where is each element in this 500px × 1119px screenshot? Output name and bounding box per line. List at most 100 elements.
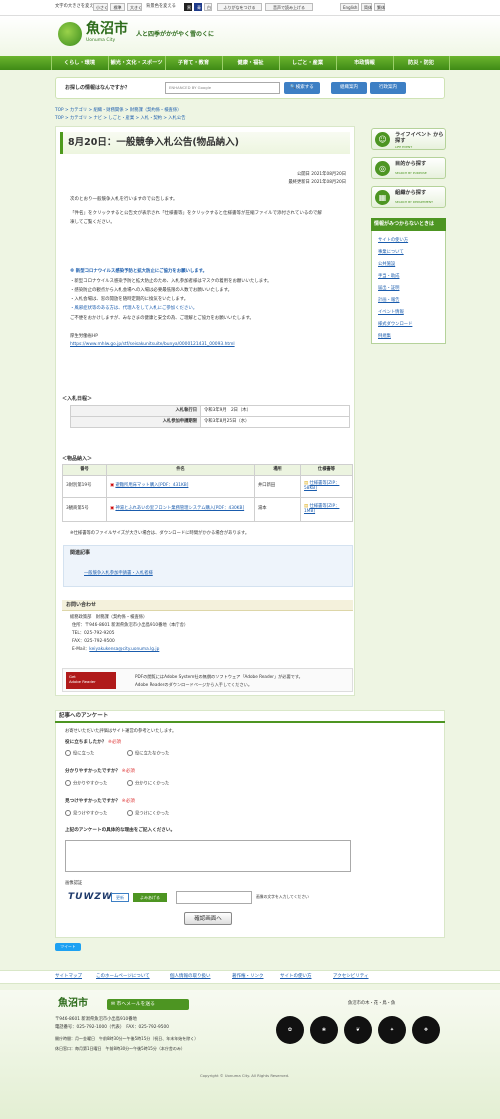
radio-clear[interactable]: 分かりやすかった <box>65 780 107 787</box>
item-number: 3観商第5号 <box>62 496 107 522</box>
search-button-label: 検索する <box>295 85 314 90</box>
text-large-button[interactable]: 大きく <box>127 3 142 11</box>
adobe-logo-line: Adobe Reader <box>69 679 96 685</box>
bg-black-button[interactable]: 黒 <box>184 3 192 11</box>
captcha-hint: 画像の文字を入力してください <box>256 894 309 899</box>
text-small-button[interactable]: 小さく <box>93 3 108 11</box>
lang-zh-simplified-link[interactable]: 简体 <box>361 3 372 11</box>
useful-link[interactable]: 手当・助成 <box>378 274 399 280</box>
breadcrumb-secondary[interactable]: TOP > カテゴリ > ナビ > しごと・産業 > 入札・契約 > 入札公告 <box>55 116 186 122</box>
building-icon: ▦ <box>375 190 390 205</box>
contact-fax: FAX：025-792-9500 <box>72 639 115 644</box>
footer-holiday-hours: 休日窓口：毎月第1日曜日 午前8時30分〜午後5時15分（本庁舎のみ） <box>55 1046 185 1051</box>
footer-link-about[interactable]: このホームページについて <box>96 974 150 980</box>
captcha-input[interactable] <box>176 891 252 904</box>
spec-zip-link[interactable]: 仕様書等[ZIP：1MB] <box>304 504 339 515</box>
contact-address: 住所：〒946-8601 新潟県魚沼市小出島910番地（本庁舎） <box>72 623 189 628</box>
radio-unclear[interactable]: 分かりにくかった <box>127 780 169 787</box>
life-event-button[interactable]: ☺ ライフイベント から探す LIFE EVENT <box>371 128 446 150</box>
target-icon: ◎ <box>375 161 390 176</box>
furigana-button[interactable]: ふりがなをつける <box>217 3 262 11</box>
nav-item-health[interactable]: 健康・福祉 <box>221 56 279 70</box>
spec-zip-link[interactable]: 仕様書等[ZIP：58KB] <box>304 481 339 492</box>
sidebar-button-sub: SEARCH BY PURPOSE <box>395 171 427 175</box>
nav-item-tourism[interactable]: 観光・文化・スポーツ <box>107 56 165 70</box>
survey-question-text: 役に立ちましたか？ <box>65 740 107 745</box>
reader-text: PDFの閲覧にはAdobe System社の無償のソフトウェア「Adobe Re… <box>135 674 303 679</box>
mail-button[interactable]: ✉ 市へメールを送る <box>107 999 189 1010</box>
footer-link-accessibility[interactable]: アクセシビリティ <box>333 974 369 980</box>
department-search-button[interactable]: ▦ 組織から探す SEARCH BY DEPARTMENT <box>371 186 446 208</box>
nav-item-government[interactable]: 市政情報 <box>335 56 393 70</box>
required-badge: ※必須 <box>121 799 135 804</box>
useful-link[interactable]: 事業について <box>378 250 404 256</box>
search-input[interactable]: ENHANCED BY Google <box>165 82 280 94</box>
captcha-read-button[interactable]: よみあげる <box>133 893 167 902</box>
text-normal-button[interactable]: 標準 <box>110 3 125 11</box>
bg-white-button[interactable]: 白 <box>204 3 212 11</box>
bg-blue-button[interactable]: 青 <box>194 3 202 11</box>
item-pdf-link[interactable]: 避難所用床マット購入[PDF：431KB] <box>115 483 188 488</box>
contact-email-row: E-Mail：keiyakukensa@city.uonuma.lg.jp <box>72 647 159 653</box>
useful-link[interactable]: サイトの使い方 <box>378 238 408 244</box>
contact-email-link[interactable]: keiyakukensa@city.uonuma.lg.jp <box>89 647 159 652</box>
radio-findable[interactable]: 見つけやすかった <box>65 810 107 817</box>
item-spec-cell: ▤ 仕様書等[ZIP：58KB] <box>300 474 353 498</box>
schedule-heading: ＜入札日程＞ <box>62 396 93 402</box>
footer-link-howto[interactable]: サイトの使い方 <box>280 974 312 980</box>
confirm-button[interactable]: 確認画面へ <box>184 912 232 925</box>
useful-link[interactable]: 公共施設 <box>378 262 395 268</box>
covid-notice-line: ・新型コロナウイルス感染予防と拡大防止のため、入札参加者様はマスクの着用をお願い… <box>70 279 272 284</box>
related-link[interactable]: 一般競争入札参加申請書・入札者様 <box>84 571 153 577</box>
covid-notice-line: ・感染防止の観点から入札会場への入場は必要最低限の人数でお願いいたします。 <box>70 288 233 293</box>
covid-notice-line[interactable]: ・風邪症状等のある方は、代理人をして入札にご参加ください。 <box>70 306 197 312</box>
useful-link[interactable]: 例規集 <box>378 334 391 340</box>
nav-item-childcare[interactable]: 子育て・教育 <box>164 56 222 70</box>
readaloud-button[interactable]: 音声で読み上げる <box>265 3 313 11</box>
covid-notice-line: ・入札会場は、窓の開放を随時定期的に換気をいたします。 <box>70 297 189 302</box>
footer-link-copyright[interactable]: 著作権・リンク <box>232 974 264 980</box>
contact-email-label: E-Mail： <box>72 647 90 652</box>
radio-helpful[interactable]: 役に立った <box>65 750 94 757</box>
nav-item-living[interactable]: くらし・環境 <box>50 56 108 70</box>
useful-link[interactable]: 計画・報告 <box>378 298 399 304</box>
sidebar-button-title: 目的から探す <box>395 161 427 167</box>
footer-link-privacy[interactable]: 個人情報の取り扱い <box>170 974 211 980</box>
footer-link-sitemap[interactable]: サイトマップ <box>55 974 82 980</box>
search-question: お探しの情報はなんですか？ <box>65 85 130 91</box>
file-size-note: ※仕様書等のファイルサイズが大きい場合は、ダウンロードに時間がかかる場合がありま… <box>70 531 250 536</box>
captcha-refresh-button[interactable]: 更新 <box>111 893 129 902</box>
admin-guide-button[interactable]: 行政案内 <box>370 82 406 94</box>
tweet-button[interactable]: ツイート <box>55 943 81 951</box>
radio-not-helpful[interactable]: 役に立たなかった <box>127 750 169 757</box>
item-pdf-link[interactable]: 神湯とふれあいの里フロント業務管理システム購入[PDF：430KB] <box>115 506 244 511</box>
survey-question-text: 見つけやすかったですか？ <box>65 799 121 804</box>
useful-link[interactable]: イベント情報 <box>378 310 404 316</box>
radio-hard-to-find[interactable]: 見つけにくかった <box>127 810 169 817</box>
useful-link[interactable]: 届出・証明 <box>378 286 399 292</box>
survey-question-text: 分かりやすかったですか？ <box>65 769 121 774</box>
city-tagline: 人と四季がかがやく雪のくに <box>136 31 215 38</box>
survey-heading: 記事へのアンケート <box>55 710 445 723</box>
nav-item-work[interactable]: しごと・産業 <box>278 56 336 70</box>
purpose-search-button[interactable]: ◎ 目的から探す SEARCH BY PURPOSE <box>371 157 446 179</box>
useful-link[interactable]: 様式ダウンロード <box>378 322 412 328</box>
mhlw-link[interactable]: https://www.mhlw.go.jp/stf/seisakunitsui… <box>70 342 235 348</box>
nav-item-disaster[interactable]: 防災・防犯 <box>392 56 450 70</box>
city-flower-icon: ❀ <box>310 1016 338 1044</box>
city-logo-subtitle: Uonuma City <box>86 38 116 43</box>
adobe-logo-line: Get <box>69 674 76 679</box>
org-guide-button[interactable]: 組織案内 <box>331 82 367 94</box>
search-button[interactable]: 🔍検索する <box>284 82 320 94</box>
breadcrumb[interactable]: TOP > カテゴリ > 組織・財務関係 > 財務課（契約係・検査係） <box>55 108 181 114</box>
adobe-reader-logo[interactable]: Get Adobe Reader <box>66 672 116 689</box>
lang-zh-traditional-link[interactable]: 繁体 <box>374 3 385 11</box>
lang-english-link[interactable]: English <box>340 3 359 11</box>
covid-notice-title: ※ 新型コロナウイルス感染予防と拡大防止にご協力をお願いします。 <box>70 269 207 274</box>
city-logo-icon[interactable] <box>58 22 82 46</box>
free-text-area[interactable] <box>65 840 351 872</box>
required-badge: ※必須 <box>121 769 135 774</box>
contact-tel: TEL：025-792-9205 <box>72 631 115 636</box>
footer-phone: 電話番号：025-792-1000（代表） FAX：025-792-9500 <box>55 1025 169 1030</box>
city-logo-text[interactable]: 魚沼市 <box>86 20 128 39</box>
